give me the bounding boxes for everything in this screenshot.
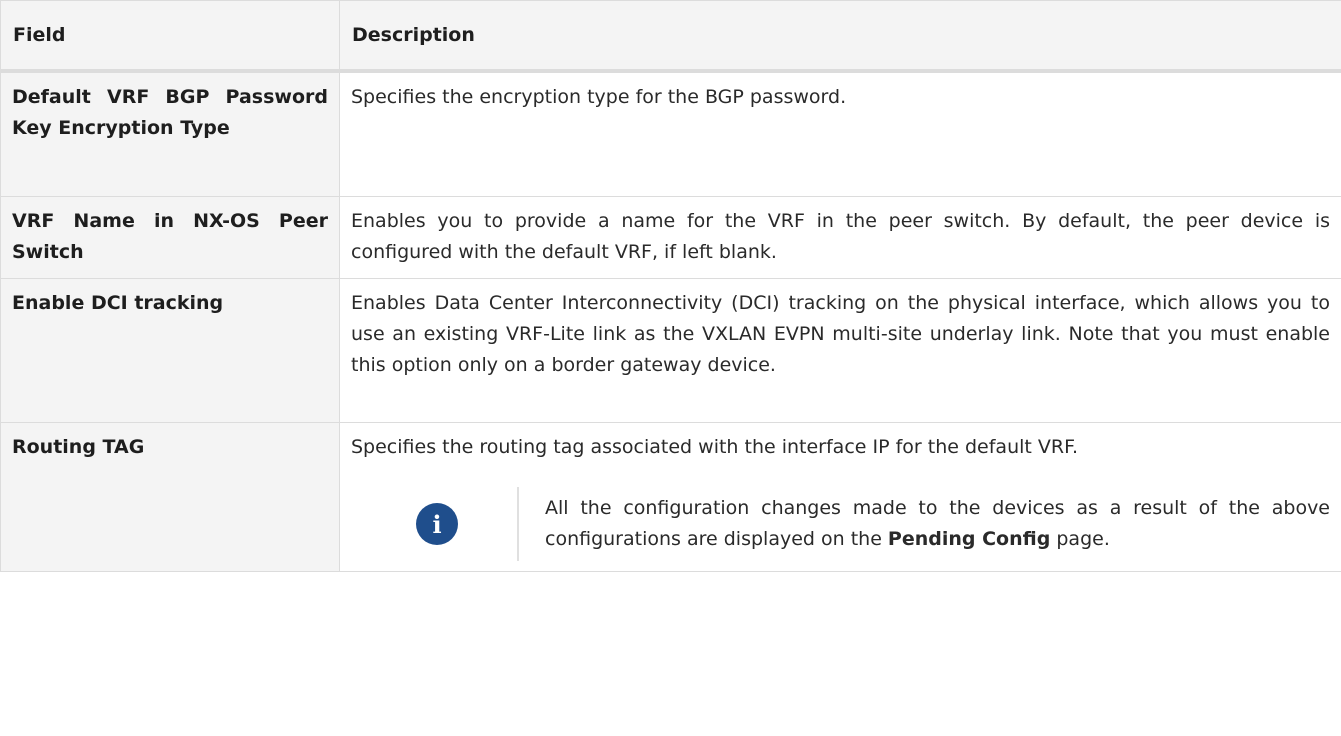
field-name: Enable DCI tracking [0,278,340,423]
header-description: Description [339,0,1341,72]
info-icon: i [416,503,458,545]
field-description: Enables Data Center Interconnectivity (D… [339,278,1341,423]
table-row: Routing TAG Specifies the routing tag as… [0,422,1341,572]
pending-config-label: Pending Config [887,528,1051,550]
table-row: VRF Name in NX-OS Peer Switch Enables yo… [0,196,1341,279]
field-description: Specifies the routing tag associated wit… [351,436,1078,458]
field-name: Default VRF BGP Password Key Encryption … [0,70,340,197]
table-header-row: Field Description [0,0,1341,72]
field-description-with-note: Specifies the routing tag associated wit… [339,422,1341,572]
header-field: Field [0,0,340,72]
field-description: Enables you to provide a name for the VR… [339,196,1341,279]
note-divider [517,487,519,561]
field-description-table: Field Description Default VRF BGP Passwo… [0,0,1341,572]
table-row: Default VRF BGP Password Key Encryption … [0,70,1341,197]
note-text: All the configuration changes made to th… [545,487,1330,561]
note-icon-container: i [357,487,517,561]
field-name: VRF Name in NX-OS Peer Switch [0,196,340,279]
field-name: Routing TAG [0,422,340,572]
table-row: Enable DCI tracking Enables Data Center … [0,278,1341,423]
note-text-after: page. [1050,528,1110,550]
info-note: i All the configuration changes made to … [357,487,1330,561]
field-description: Specifies the encryption type for the BG… [339,70,1341,197]
